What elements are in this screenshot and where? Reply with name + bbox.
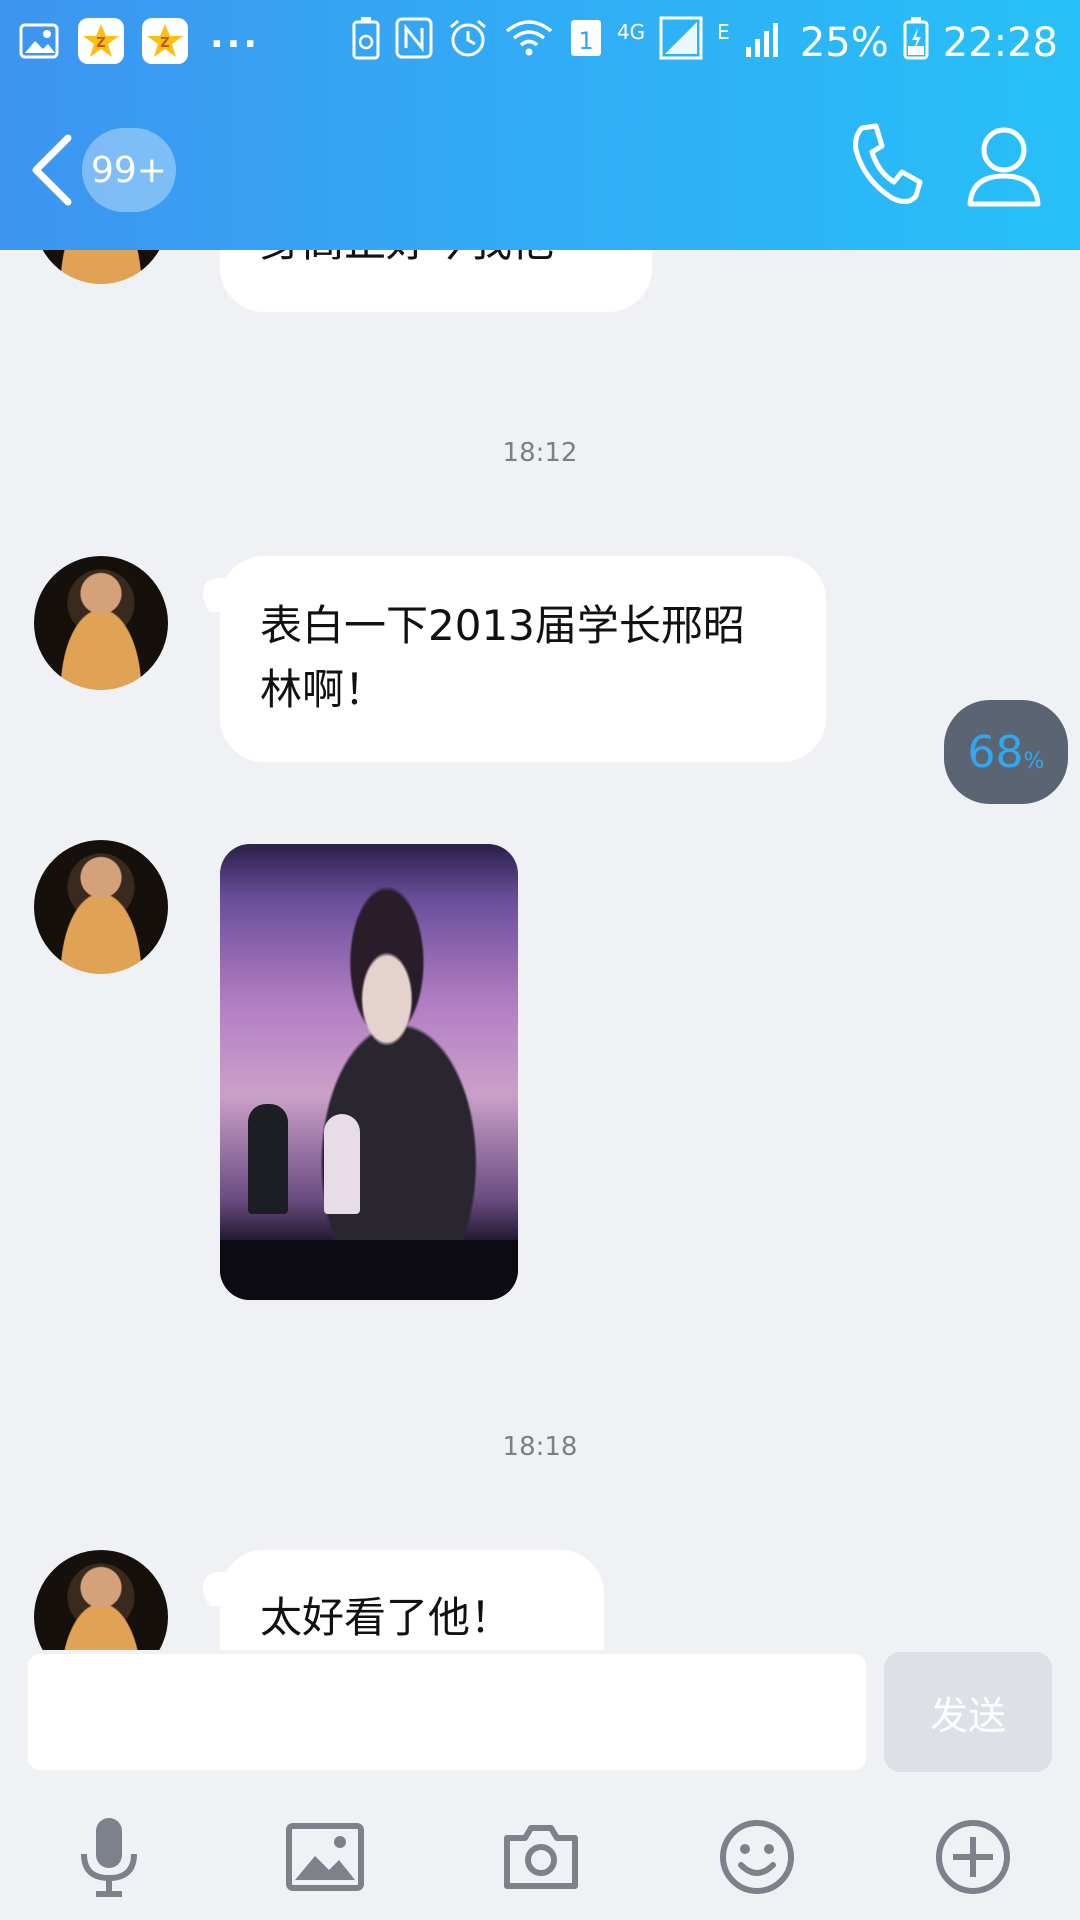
timestamp: 18:12 xyxy=(502,438,578,468)
message-text: 表白一下2013届学长邢昭林啊！ xyxy=(260,601,745,714)
photo-figure xyxy=(324,1114,360,1214)
message-bubble[interactable]: 身高正好今我他 xyxy=(220,250,652,312)
wifi-icon xyxy=(503,17,555,69)
timestamp: 18:18 xyxy=(502,1432,578,1462)
plus-circle-icon[interactable] xyxy=(930,1814,1016,1900)
signal-icon xyxy=(659,16,703,70)
clock: 22:28 xyxy=(942,20,1058,66)
unread-count-badge[interactable]: 99+ xyxy=(82,128,176,212)
network-4g-label: 4G xyxy=(616,20,646,44)
svg-text:1: 1 xyxy=(578,27,593,55)
status-bar-right: 1 4G E 25% 22:28 xyxy=(351,16,1058,70)
send-button[interactable]: 发送 xyxy=(884,1652,1052,1772)
upload-progress-unit: % xyxy=(1023,748,1045,774)
phone-icon[interactable] xyxy=(848,120,928,210)
status-bar-left: Z Z ... xyxy=(18,14,261,64)
image-message[interactable] xyxy=(220,844,518,1300)
battery-percent: 25% xyxy=(799,20,889,66)
chat-nav-bar: 99+ xyxy=(0,110,1080,230)
message-bubble[interactable]: 太好看了他！ xyxy=(220,1550,604,1650)
chat-message-list[interactable]: 身高正好今我他 18:12 表白一下2013届学长邢昭林啊！ 68% 18:18… xyxy=(0,250,1080,1650)
svg-text:Z: Z xyxy=(96,36,105,51)
picture-icon[interactable] xyxy=(282,1814,368,1900)
microphone-icon[interactable] xyxy=(66,1814,152,1900)
contact-avatar[interactable] xyxy=(34,250,168,284)
person-icon[interactable] xyxy=(966,124,1042,208)
upload-progress-badge: 68% xyxy=(944,700,1068,804)
contact-avatar[interactable] xyxy=(34,556,168,690)
nfc-icon xyxy=(395,17,433,69)
message-text: 太好看了他！ xyxy=(260,1593,513,1642)
header-bar: Z Z ... 1 4G E 25% 22:28 99+ xyxy=(0,0,1080,250)
composer-toolbar xyxy=(0,1800,1080,1920)
status-bar: Z Z ... 1 4G E 25% 22:28 xyxy=(0,0,1080,90)
signal-icon xyxy=(744,17,786,69)
photo-figure xyxy=(248,1104,288,1214)
qzone-icon: Z xyxy=(78,18,124,64)
battery-icon xyxy=(903,16,929,70)
message-bubble[interactable]: 表白一下2013届学长邢昭林啊！ xyxy=(220,556,826,762)
contact-avatar[interactable] xyxy=(34,1550,168,1650)
back-arrow-icon[interactable] xyxy=(22,130,82,210)
upload-progress-value: 68 xyxy=(967,726,1024,778)
more-notifications-dots: ... xyxy=(210,14,261,56)
alarm-icon xyxy=(447,17,489,69)
photo-crowd xyxy=(220,1240,518,1300)
qzone-icon: Z xyxy=(142,18,188,64)
svg-text:Z: Z xyxy=(160,36,169,51)
sim-slot-icon: 1 xyxy=(569,18,603,68)
emoji-icon[interactable] xyxy=(714,1814,800,1900)
network-e-label: E xyxy=(717,20,730,44)
message-input[interactable] xyxy=(28,1654,866,1770)
message-text: 身高正好今我他 xyxy=(260,250,554,266)
battery-saver-icon xyxy=(351,16,381,70)
camera-icon[interactable] xyxy=(498,1814,584,1900)
image-icon xyxy=(18,20,60,62)
contact-avatar[interactable] xyxy=(34,840,168,974)
composer-row: 发送 xyxy=(0,1650,1080,1775)
